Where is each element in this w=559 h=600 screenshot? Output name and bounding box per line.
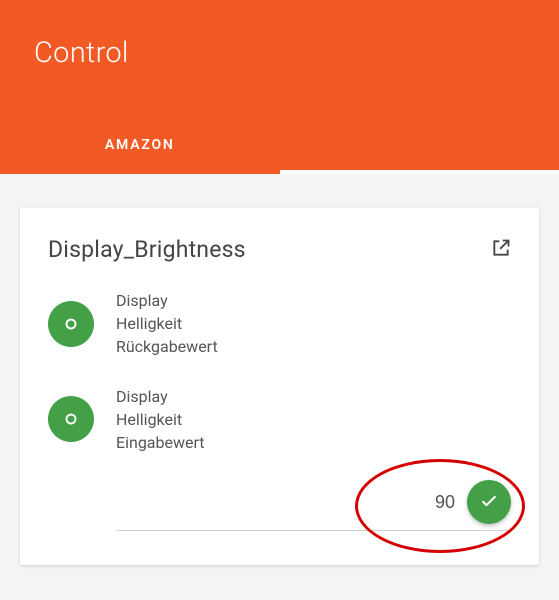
label-line: Display [116,385,205,408]
row-label: Display Helligkeit Eingabewert [116,385,205,455]
check-icon [479,491,499,514]
label-line: Display [116,289,218,312]
row-return-value: Display Helligkeit Rückgabewert [48,289,511,359]
row-input-value: Display Helligkeit Eingabewert [48,385,511,455]
confirm-button[interactable] [467,480,511,524]
label-line: Helligkeit [116,408,205,431]
app-bar: Control AMAZON [0,0,559,174]
row-label: Display Helligkeit Rückgabewert [116,289,218,359]
card-title: Display_Brightness [48,236,246,263]
page-title: Control [34,36,129,70]
circle-outline-icon [48,396,94,442]
tab-bar: AMAZON [0,116,559,174]
label-line: Helligkeit [116,312,218,335]
tab-spacer [280,116,559,174]
value-input-row [116,480,511,531]
brightness-card: Display_Brightness Display Helligkeit Rü… [20,208,539,565]
brightness-input[interactable] [395,492,455,513]
label-line: Eingabewert [116,431,205,454]
open-in-new-icon[interactable] [491,238,511,262]
card-header: Display_Brightness [48,236,511,263]
circle-outline-icon [48,301,94,347]
tab-amazon[interactable]: AMAZON [0,116,280,174]
label-line: Rückgabewert [116,335,218,358]
